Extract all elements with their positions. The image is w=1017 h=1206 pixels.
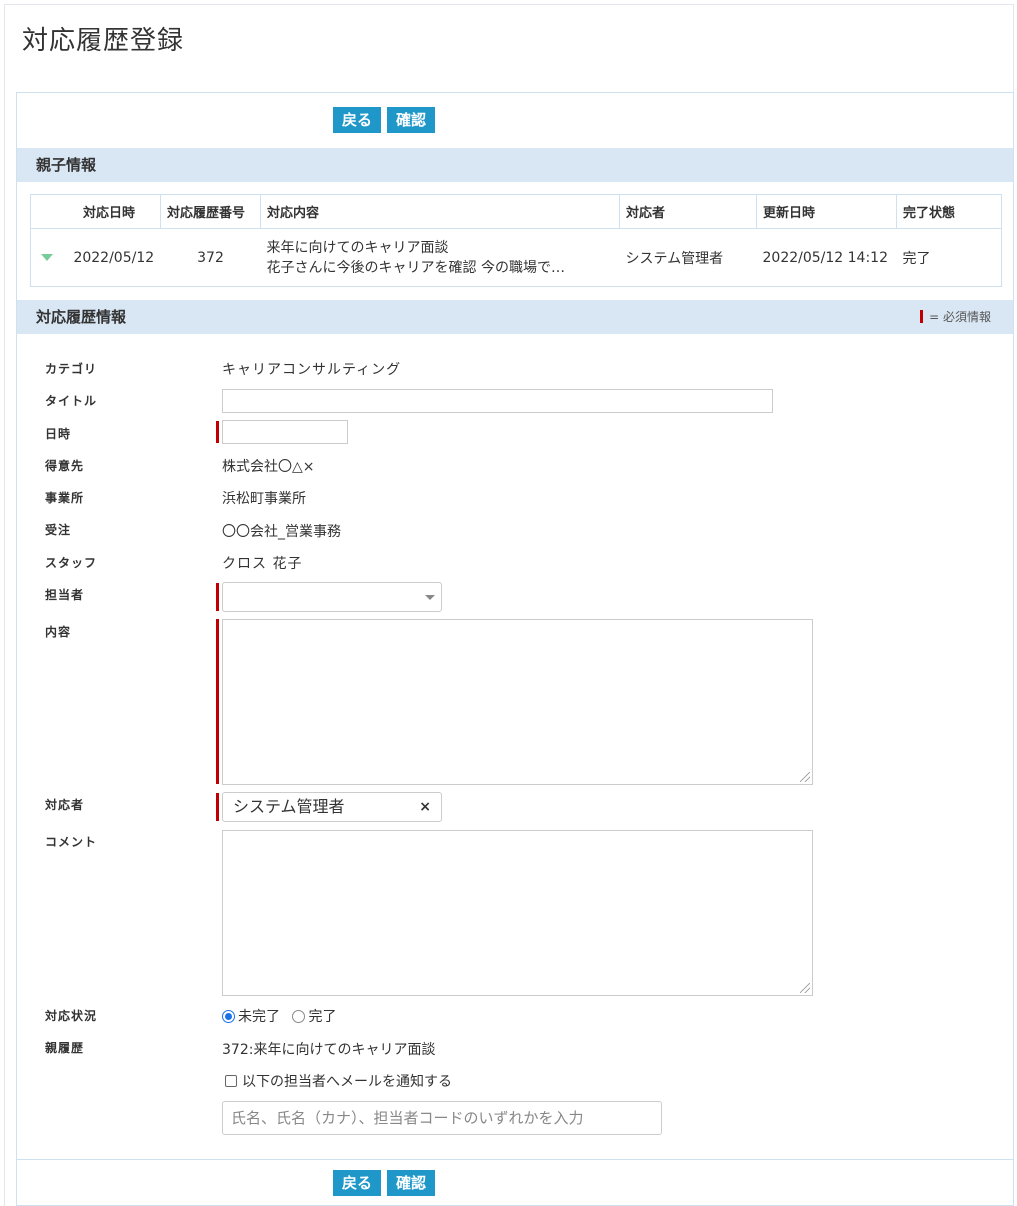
category-label: カテゴリ: [45, 362, 98, 376]
handler-selected: システム管理者: [233, 797, 345, 816]
required-marker-icon: [920, 310, 924, 323]
back-button[interactable]: 戻る: [333, 107, 382, 133]
status-label: 対応状況: [45, 1009, 98, 1023]
row-content-line2: 花子さんに今後のキャリアを確認 今の職場で…: [266, 259, 565, 276]
order-value: 〇〇会社_営業事務: [222, 524, 341, 540]
chevron-down-icon: [425, 595, 435, 600]
radio-unchecked-icon[interactable]: [292, 1010, 306, 1023]
history-section-title: 対応履歴情報: [36, 308, 127, 326]
row-content: 来年に向けてのキャリア面談 花子さんに今後のキャリアを確認 今の職場で…: [261, 229, 620, 287]
content-label: 内容: [45, 625, 72, 639]
status-radio-complete[interactable]: 完了: [292, 1009, 336, 1025]
resize-grip-icon[interactable]: [800, 772, 810, 782]
comment-textarea[interactable]: [222, 830, 813, 996]
parent-section-title: 親子情報: [36, 156, 97, 174]
required-legend: = 必須情報: [920, 300, 991, 334]
person-in-charge-label: 担当者: [45, 588, 85, 602]
handler-required-marker: [216, 793, 219, 821]
notify-label[interactable]: 以下の担当者へメールを通知する: [242, 1074, 452, 1090]
customer-label: 得意先: [45, 459, 85, 473]
notify-search-input[interactable]: 氏名、氏名（カナ）、担当者コードのいずれかを入力: [222, 1101, 662, 1135]
page-title: 対応履歴登録: [22, 26, 185, 56]
order-label: 受注: [45, 523, 72, 537]
table-row[interactable]: 2022/05/12 372 来年に向けてのキャリア面談 花子さんに今後のキャリ…: [31, 229, 1002, 287]
status-option-incomplete[interactable]: 未完了: [238, 1009, 280, 1025]
row-updated: 2022/05/12 14:12: [762, 249, 889, 266]
radio-checked-icon[interactable]: [222, 1010, 235, 1023]
row-number: 372: [197, 249, 224, 266]
clear-icon[interactable]: ×: [419, 793, 431, 821]
resize-grip-icon[interactable]: [800, 983, 810, 993]
top-button-row: 戻る 確認: [17, 107, 1013, 133]
footer-divider: [17, 1159, 1013, 1160]
staff-label: スタッフ: [45, 556, 98, 570]
comment-label: コメント: [45, 835, 98, 849]
title-input[interactable]: [222, 389, 773, 413]
back-button-bottom[interactable]: 戻る: [333, 1170, 382, 1196]
row-handler: システム管理者: [625, 250, 724, 267]
status-radio-group: 未完了 完了: [222, 1006, 336, 1026]
expand-icon[interactable]: [41, 254, 53, 261]
parent-history-label: 親履歴: [45, 1041, 85, 1055]
col-updated: 更新日時: [756, 194, 897, 229]
category-value: キャリアコンサルティング: [222, 362, 402, 378]
bottom-button-row: 戻る 確認: [17, 1170, 1013, 1196]
status-radio-incomplete[interactable]: 未完了: [222, 1009, 280, 1025]
title-label: タイトル: [45, 394, 98, 408]
history-section-header: 対応履歴情報 = 必須情報: [17, 300, 1013, 334]
datetime-label: 日時: [45, 427, 72, 441]
parent-section-header: 親子情報: [17, 148, 1013, 182]
content-textarea[interactable]: [222, 619, 813, 785]
col-number: 対応履歴番号: [160, 194, 261, 229]
datetime-input[interactable]: [222, 420, 348, 444]
row-content-line1: 来年に向けてのキャリア面談: [266, 239, 449, 256]
confirm-button-bottom[interactable]: 確認: [387, 1170, 436, 1196]
handler-select[interactable]: システム管理者 ×: [222, 792, 442, 822]
office-label: 事業所: [45, 491, 85, 505]
row-status: 完了: [902, 250, 931, 267]
confirm-button[interactable]: 確認: [387, 107, 436, 133]
staff-value: クロス 花子: [222, 556, 303, 572]
office-value: 浜松町事業所: [222, 491, 306, 507]
handler-label: 対応者: [45, 798, 85, 812]
status-option-complete[interactable]: 完了: [308, 1009, 336, 1025]
customer-value: 株式会社〇△×: [222, 459, 315, 475]
form-panel: 戻る 確認 親子情報 対応日時 対応履歴番号 対応内容 対応者 更新日時 完了状…: [16, 92, 1014, 1206]
row-date: 2022/05/12: [73, 249, 155, 266]
notify-checkbox-row[interactable]: 以下の担当者へメールを通知する: [225, 1071, 452, 1091]
parent-table: 対応日時 対応履歴番号 対応内容 対応者 更新日時 完了状態 2022/05/1…: [30, 194, 1002, 287]
person-in-charge-select[interactable]: [222, 582, 442, 612]
col-status: 完了状態: [896, 194, 1002, 229]
col-handler: 対応者: [619, 194, 757, 229]
col-content: 対応内容: [260, 194, 620, 229]
col-date: 対応日時: [30, 194, 161, 229]
person-in-charge-required-marker: [216, 583, 219, 611]
parent-history-value: 372:来年に向けてのキャリア面談: [222, 1042, 436, 1058]
checkbox-icon[interactable]: [225, 1075, 237, 1087]
datetime-required-marker: [216, 421, 219, 443]
required-legend-text: = 必須情報: [929, 310, 991, 324]
content-required-marker: [216, 619, 219, 784]
